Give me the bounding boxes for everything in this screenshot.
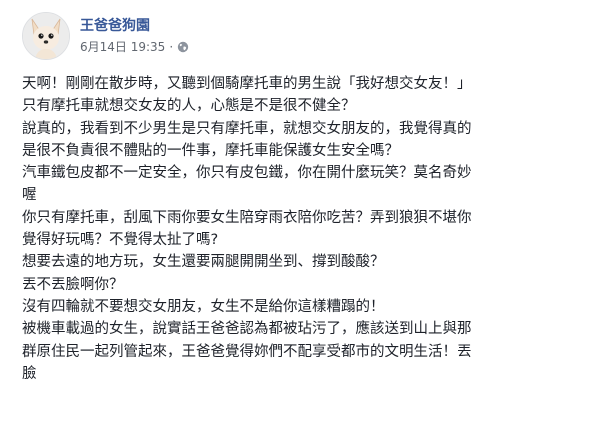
post-line: 只有摩托車就想交女友的人，心態是不是很不健全？ — [22, 98, 356, 115]
facebook-post: 王爸爸狗園 6月14日 19:35 · 天啊！剛剛在散步時，又聽到個騎摩托車的男… — [0, 0, 609, 421]
author-name[interactable]: 王爸爸狗園 — [80, 16, 189, 36]
post-line: 臉 — [22, 365, 37, 382]
meta-separator: · — [169, 40, 174, 54]
post-line: 丟不丟臉啊你？ — [22, 276, 124, 293]
post-line: 群原住民一起列管起來，王爸爸覺得妳們不配享受都市的文明生活！丟 — [22, 343, 472, 360]
post-subline: 6月14日 19:35 · — [80, 38, 189, 56]
post-line: 說真的，我看到不少男生是只有摩托車，就想交女朋友的，我覺得真的 — [22, 120, 472, 137]
post-meta: 王爸爸狗園 6月14日 19:35 · — [80, 16, 189, 56]
post-line: 是很不負責很不體貼的一件事，摩托車能保護女生安全嗎？ — [22, 142, 399, 159]
post-line: 天啊！剛剛在散步時，又聽到個騎摩托車的男生說「我好想交女友！」 — [22, 76, 472, 92]
post-line: 喔 — [22, 187, 37, 204]
globe-icon[interactable] — [177, 41, 189, 53]
post-timestamp[interactable]: 6月14日 19:35 — [80, 38, 165, 56]
post-line: 你只有摩托車，刮風下雨你要女生陪穿雨衣陪你吃苦？弄到狼狽不堪你 — [22, 209, 472, 226]
avatar[interactable] — [22, 12, 70, 60]
post-body: 天啊！剛剛在散步時，又聽到個騎摩托車的男生說「我好想交女友！」 只有摩托車就想交… — [22, 73, 594, 385]
post-line: 汽車鐵包皮都不一定安全，你只有皮包鐵，你在開什麼玩笑？莫名奇妙 — [22, 165, 472, 182]
post-line: 被機車載過的女生，說實話王爸爸認為都被玷污了，應該送到山上與那 — [22, 321, 472, 338]
post-header: 王爸爸狗園 6月14日 19:35 · — [22, 12, 189, 60]
dog-avatar-image — [23, 13, 69, 59]
post-line: 沒有四輪就不要想交女朋友，女生不是給你這樣糟蹋的！ — [22, 298, 385, 315]
post-line: 覺得好玩嗎？不覺得太扯了嗎? — [22, 232, 219, 249]
post-line: 想要去遠的地方玩，女生還要兩腿開開坐到、撐到酸酸？ — [22, 254, 385, 271]
